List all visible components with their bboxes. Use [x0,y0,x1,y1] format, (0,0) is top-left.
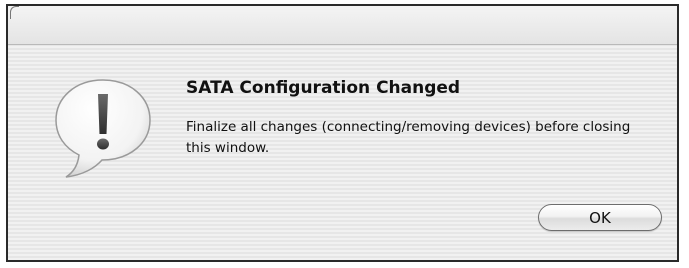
ok-button[interactable]: OK [538,204,662,231]
exclamation-speech-bubble-icon [55,79,151,178]
titlebar-corner [10,6,19,19]
dialog-title: SATA Configuration Changed [186,78,461,98]
dialog-message: Finalize all changes (connecting/removin… [186,119,631,156]
dialog-titlebar [8,6,677,45]
exclamation-icon [53,76,153,180]
alert-dialog: SATA Configuration Changed Finalize all … [6,4,679,262]
